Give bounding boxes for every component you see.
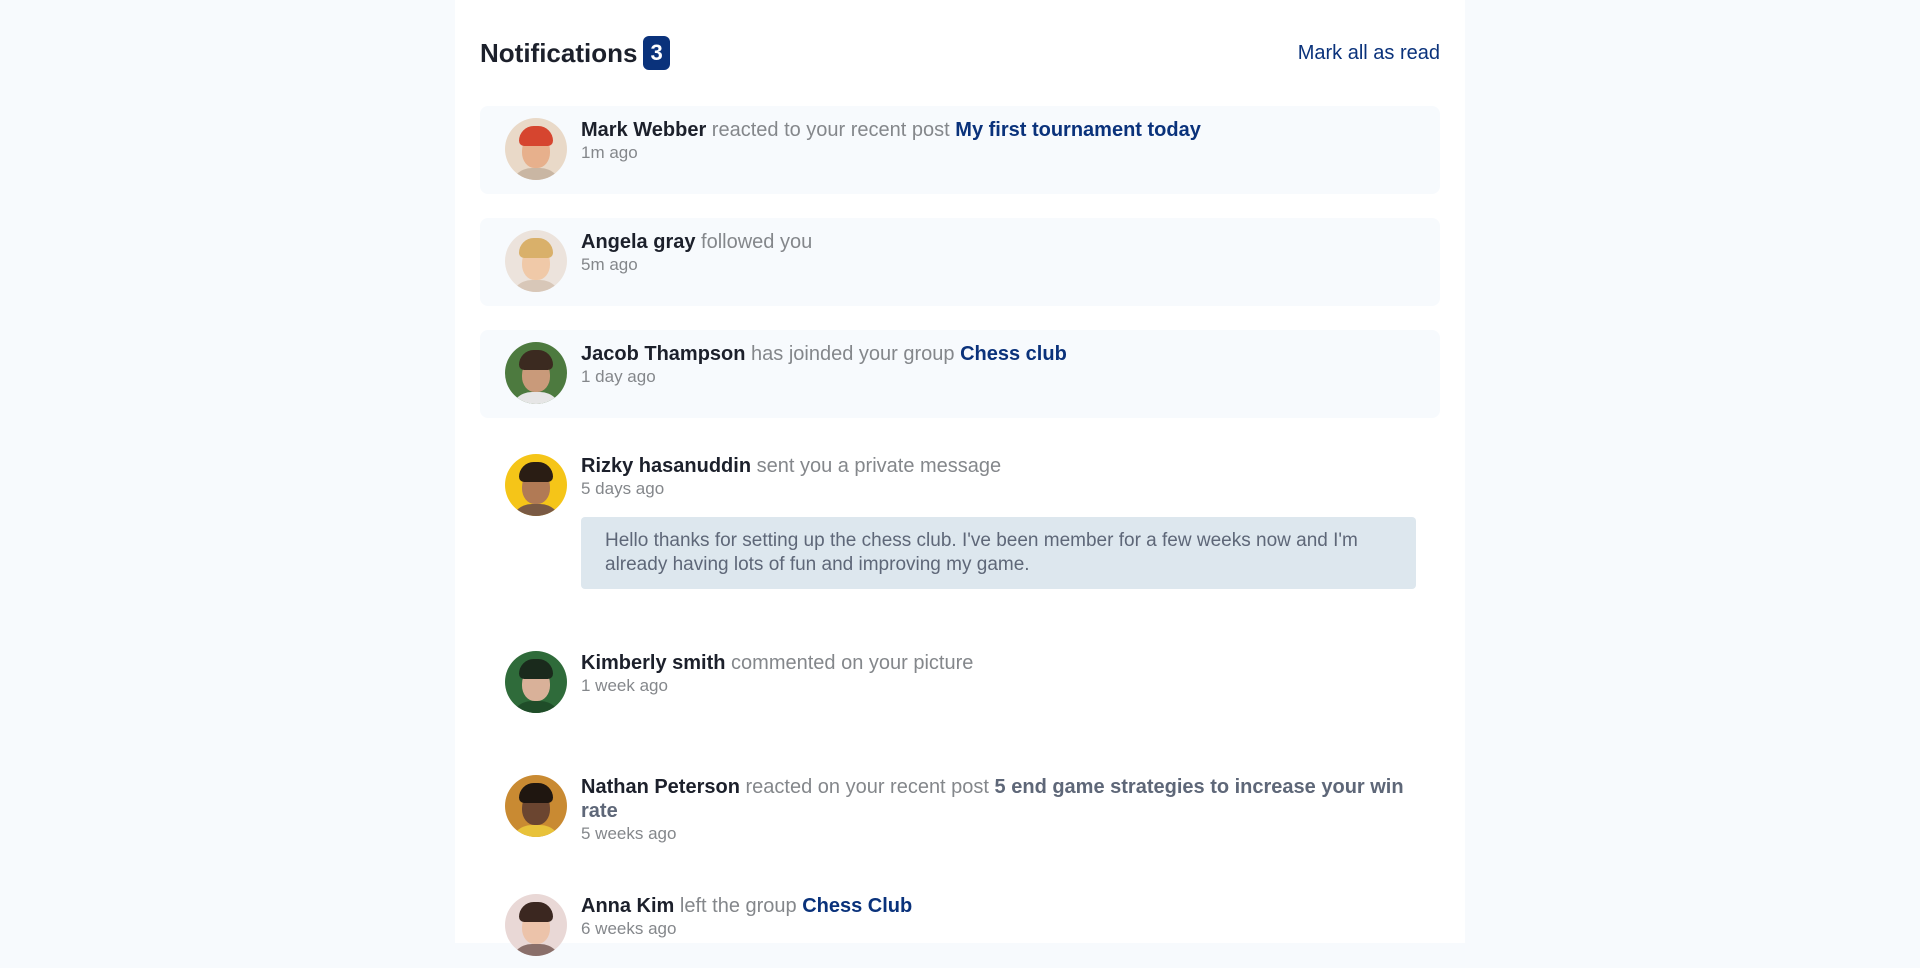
avatar-rizky-hasanuddin[interactable] xyxy=(505,454,567,516)
title-group: Notifications 3 xyxy=(480,36,670,70)
notification-item[interactable]: Angela gray followed you 5m ago xyxy=(480,218,1440,306)
notification-action: has joinded your group xyxy=(751,343,955,365)
notification-time: 1 week ago xyxy=(581,676,668,695)
notification-action: sent you a private message xyxy=(756,455,1002,477)
notification-item[interactable]: Kimberly smith commented on your picture… xyxy=(480,639,1440,725)
notification-content: Anna Kim left the group Chess Club 6 wee… xyxy=(581,894,1415,939)
notification-content: Mark Webber reacted to your recent post … xyxy=(581,118,1415,163)
notification-time: 5 days ago xyxy=(581,479,665,498)
notification-time: 5m ago xyxy=(581,255,638,274)
avatar-kimberly-smith[interactable] xyxy=(505,651,567,713)
notification-content: Nathan Peterson reacted on your recent p… xyxy=(581,775,1415,844)
user-name[interactable]: Anna Kim xyxy=(581,895,674,917)
notification-action: followed you xyxy=(701,231,813,253)
notification-content: Jacob Thampson has joinded your group Ch… xyxy=(581,342,1415,387)
notification-item[interactable]: Rizky hasanuddin sent you a private mess… xyxy=(480,442,1440,601)
notifications-header: Notifications 3 Mark all as read xyxy=(480,0,1440,106)
user-name[interactable]: Rizky hasanuddin xyxy=(581,455,751,477)
notification-time: 6 weeks ago xyxy=(581,919,677,938)
unread-count-badge: 3 xyxy=(643,36,670,70)
private-message-preview[interactable]: Hello thanks for setting up the chess cl… xyxy=(581,517,1416,589)
notification-action: reacted to your recent post xyxy=(711,119,950,141)
notification-time: 1 day ago xyxy=(581,367,656,386)
page-title: Notifications xyxy=(480,37,638,68)
user-name[interactable]: Kimberly smith xyxy=(581,652,725,674)
notification-action: commented on your picture xyxy=(731,652,974,674)
notification-item[interactable]: Anna Kim left the group Chess Club 6 wee… xyxy=(480,882,1440,968)
group-link[interactable]: Chess Club xyxy=(802,895,912,917)
notification-content: Kimberly smith commented on your picture… xyxy=(581,651,1415,696)
avatar-nathan-peterson[interactable] xyxy=(505,775,567,837)
notification-content: Angela gray followed you 5m ago xyxy=(581,230,1415,275)
notification-item[interactable]: Nathan Peterson reacted on your recent p… xyxy=(480,763,1440,856)
user-name[interactable]: Mark Webber xyxy=(581,119,706,141)
avatar-anna-kim[interactable] xyxy=(505,894,567,956)
avatar-angela-gray[interactable] xyxy=(505,230,567,292)
mark-all-read-button[interactable]: Mark all as read xyxy=(1298,42,1440,65)
notification-content: Rizky hasanuddin sent you a private mess… xyxy=(581,454,1416,589)
notification-list: Mark Webber reacted to your recent post … xyxy=(480,106,1440,968)
group-link[interactable]: Chess club xyxy=(960,343,1067,365)
notification-time: 5 weeks ago xyxy=(581,824,677,843)
notification-time: 1m ago xyxy=(581,143,638,162)
notification-item[interactable]: Mark Webber reacted to your recent post … xyxy=(480,106,1440,194)
notification-item[interactable]: Jacob Thampson has joinded your group Ch… xyxy=(480,330,1440,418)
user-name[interactable]: Nathan Peterson xyxy=(581,776,740,798)
avatar-mark-webber[interactable] xyxy=(505,118,567,180)
notifications-card: Notifications 3 Mark all as read Mark We… xyxy=(455,0,1465,956)
user-name[interactable]: Jacob Thampson xyxy=(581,343,745,365)
avatar-jacob-thampson[interactable] xyxy=(505,342,567,404)
post-link[interactable]: My first tournament today xyxy=(955,119,1201,141)
notification-action: left the group xyxy=(679,895,797,917)
notification-action: reacted on your recent post xyxy=(745,776,989,798)
user-name[interactable]: Angela gray xyxy=(581,231,695,253)
